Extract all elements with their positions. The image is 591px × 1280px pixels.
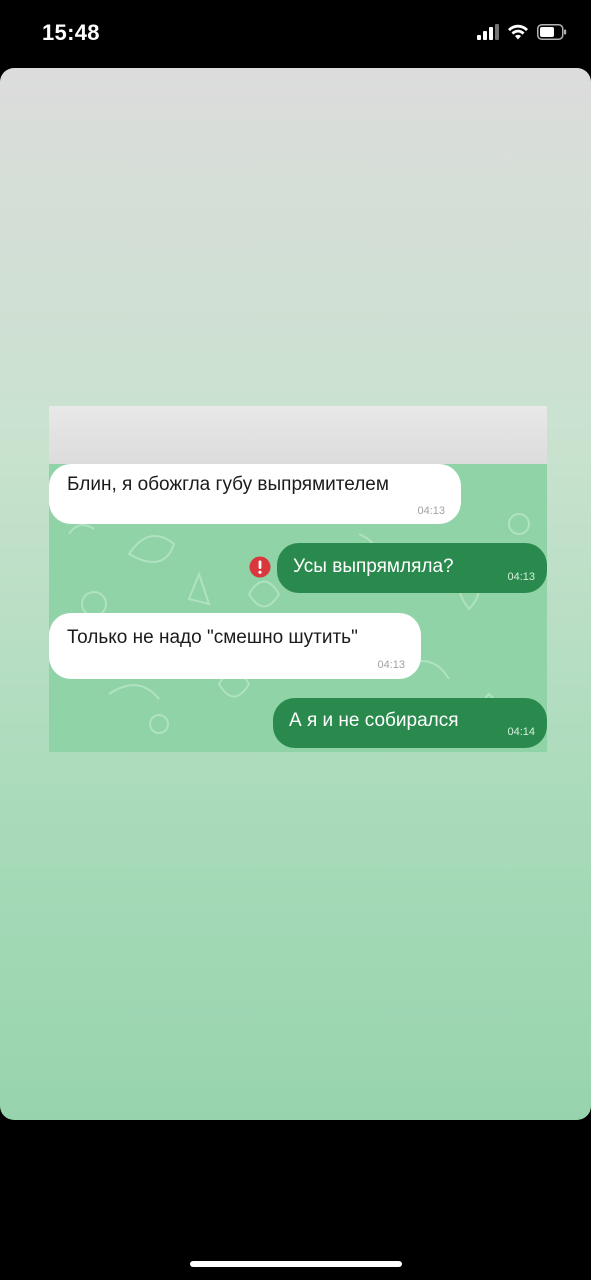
message-text: Блин, я обожгла губу выпрямителем [67, 474, 389, 495]
message-text: А я и не собирался [289, 710, 459, 731]
status-bar: 15:48 [0, 0, 591, 68]
cellular-signal-icon [477, 24, 499, 40]
message-time: 04:14 [507, 726, 535, 738]
chat-screenshot: Блин, я обожгла губу выпрямителем 04:13 … [49, 406, 547, 752]
wifi-icon [507, 24, 529, 40]
message-time: 04:13 [377, 659, 405, 671]
error-icon[interactable] [249, 556, 271, 578]
message-time: 04:13 [507, 571, 535, 583]
message-bubble-incoming[interactable]: Только не надо "смешно шутить" 04:13 [49, 613, 421, 679]
chat-header [49, 406, 547, 464]
home-indicator[interactable] [190, 1261, 402, 1267]
message-bubble-outgoing[interactable]: Усы выпрямляла? 04:13 [277, 543, 547, 593]
status-icons [477, 24, 567, 40]
story-card[interactable]: Блин, я обожгла губу выпрямителем 04:13 … [0, 68, 591, 1120]
status-time: 15:48 [42, 20, 100, 45]
message-bubble-incoming[interactable]: Блин, я обожгла губу выпрямителем 04:13 [49, 464, 461, 524]
message-text: Только не надо "смешно шутить" [67, 627, 358, 648]
message-bubble-outgoing[interactable]: А я и не собирался 04:14 [273, 698, 547, 748]
message-time: 04:13 [417, 505, 445, 517]
message-text: Усы выпрямляла? [293, 556, 454, 577]
battery-icon [537, 24, 567, 40]
